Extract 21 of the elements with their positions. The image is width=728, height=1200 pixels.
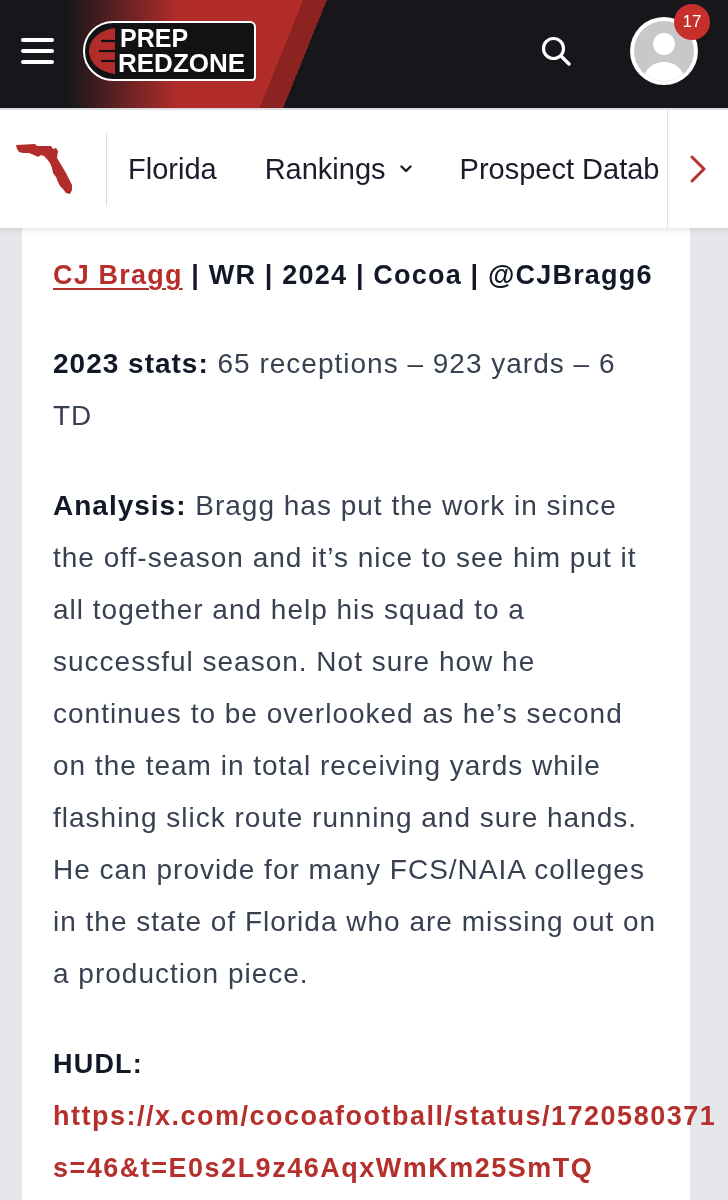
article-paragraph: Analysis: Bragg has put the work in since the off-season and it’s nice to see him put it all together and help his squad to a successful season. Not sure how he continues to be overlooked as he’s second on the team in total receiving yards while flashing slick route running and sure hands. He can provide for many FCS/NAIA colleges in the state of Florida who are missing out on a production piece.: [53, 489, 658, 991]
nav-link[interactable]: Rankings: [264, 152, 412, 186]
menu-button[interactable]: [21, 38, 54, 64]
hudl-link[interactable]: s=46&t=E0s2L9z46AqxWmKm25SmTQ: [53, 1142, 594, 1194]
search-icon: [541, 36, 571, 66]
player-link[interactable]: CJ Bragg: [53, 260, 183, 290]
nav-link[interactable]: Florida: [128, 152, 217, 186]
hudl-label: HUDL:: [53, 1048, 143, 1081]
hudl-link[interactable]: https://x.com/cocoafootball/status/1720580371: [53, 1090, 717, 1142]
chevron-right-icon: [690, 155, 706, 183]
player-heading: CJ Bragg | WR | 2024 | Cocoa | @CJBragg6: [53, 259, 654, 292]
logo-text: REDZONE: [118, 51, 246, 76]
menu-icon: [21, 38, 54, 64]
football-icon: [89, 28, 115, 74]
logo-text: PREP: [120, 26, 190, 51]
logo[interactable]: PREP REDZONE: [83, 21, 256, 81]
notification-badge: 17: [674, 4, 710, 40]
article-paragraph: 2023 stats: 65 receptions – 923 yards – 6 TD: [53, 347, 617, 433]
nav-link[interactable]: Prospect Datab: [459, 152, 660, 186]
search-button[interactable]: [541, 36, 571, 66]
state-map-icon: [16, 144, 73, 194]
